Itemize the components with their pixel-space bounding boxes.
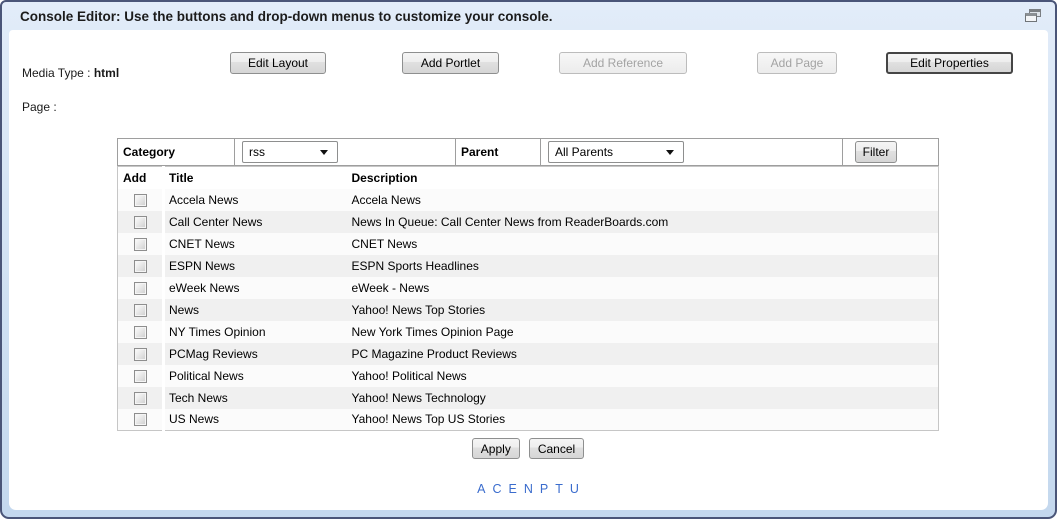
parent-label: Parent [456,139,541,165]
page-label: Page : [22,100,57,114]
category-dropdown-value: rss [249,145,265,159]
window-title: Console Editor: Use the buttons and drop… [20,9,553,24]
add-checkbox[interactable] [134,392,147,405]
add-cell [118,233,164,255]
add-checkbox[interactable] [134,282,147,295]
index-link-a[interactable]: A [477,482,485,496]
stacked-windows-icon-front [1025,13,1037,22]
category-dropdown[interactable]: rss [242,141,338,163]
table-row: PCMag Reviews PC Magazine Product Review… [118,343,939,365]
add-cell [118,321,164,343]
add-cell [118,211,164,233]
console-editor-window: Console Editor: Use the buttons and drop… [0,0,1057,519]
portlet-table: Add Title Description Accela News Accela… [117,166,939,431]
add-checkbox[interactable] [134,238,147,251]
table-row: Call Center News News In Queue: Call Cen… [118,211,939,233]
table-row: ESPN News ESPN Sports Headlines [118,255,939,277]
title-cell: Tech News [164,387,347,409]
parent-dropdown[interactable]: All Parents [548,141,684,163]
title-cell: News [164,299,347,321]
add-checkbox[interactable] [134,260,147,273]
table-row: News Yahoo! News Top Stories [118,299,939,321]
table-row: CNET News CNET News [118,233,939,255]
filter-cell: Filter [843,139,938,165]
title-cell: eWeek News [164,277,347,299]
action-buttons: Apply Cancel [117,438,939,459]
filter-button[interactable]: Filter [855,141,897,163]
add-cell [118,299,164,321]
media-type-caption: Media Type : [22,66,90,80]
add-cell [118,189,164,211]
table-row: US News Yahoo! News Top US Stories [118,409,939,431]
add-page-button[interactable]: Add Page [757,52,837,74]
table-row: NY Times Opinion New York Times Opinion … [118,321,939,343]
column-header-add: Add [118,167,164,189]
add-cell [118,365,164,387]
stacked-windows-icon[interactable] [1025,9,1042,23]
add-checkbox[interactable] [134,326,147,339]
title-cell: NY Times Opinion [164,321,347,343]
alphabet-index: A C E N P T U [117,482,939,496]
cancel-button[interactable]: Cancel [529,438,584,459]
title-cell: CNET News [164,233,347,255]
index-link-c[interactable]: C [492,482,501,496]
description-cell: Yahoo! News Top Stories [347,299,939,321]
description-cell: eWeek - News [347,277,939,299]
description-cell: Yahoo! Political News [347,365,939,387]
add-cell [118,409,164,431]
title-cell: US News [164,409,347,431]
add-checkbox[interactable] [134,348,147,361]
add-checkbox[interactable] [134,304,147,317]
add-checkbox[interactable] [134,194,147,207]
apply-button[interactable]: Apply [472,438,520,459]
media-type-value: html [94,66,119,80]
add-portlet-button[interactable]: Add Portlet [402,52,499,74]
edit-layout-button[interactable]: Edit Layout [230,52,326,74]
filter-bar: Category rss Parent All Parents Filter [117,138,939,166]
add-checkbox[interactable] [134,413,147,426]
table-row: Accela News Accela News [118,189,939,211]
parent-dropdown-value: All Parents [555,145,613,159]
title-cell: PCMag Reviews [164,343,347,365]
add-reference-button[interactable]: Add Reference [559,52,687,74]
column-header-title: Title [164,167,347,189]
description-cell: New York Times Opinion Page [347,321,939,343]
category-label: Category [118,139,235,165]
index-link-t[interactable]: T [555,482,563,496]
index-link-n[interactable]: N [524,482,533,496]
title-cell: Accela News [164,189,347,211]
table-row: eWeek News eWeek - News [118,277,939,299]
table-header-row: Add Title Description [118,167,939,189]
index-link-u[interactable]: U [570,482,579,496]
parent-cell: All Parents [541,139,843,165]
chevron-down-icon [666,150,674,155]
description-cell: News In Queue: Call Center News from Rea… [347,211,939,233]
category-cell: rss [235,139,456,165]
title-cell: Political News [164,365,347,387]
title-cell: ESPN News [164,255,347,277]
media-type-label: Media Type : html [22,66,119,80]
add-cell [118,343,164,365]
description-cell: PC Magazine Product Reviews [347,343,939,365]
chevron-down-icon [320,150,328,155]
content-panel: Media Type : html Page : Edit Layout Add… [9,30,1048,510]
column-header-description: Description [347,167,939,189]
index-link-e[interactable]: E [508,482,516,496]
titlebar: Console Editor: Use the buttons and drop… [2,2,1055,30]
table-row: Tech News Yahoo! News Technology [118,387,939,409]
add-checkbox[interactable] [134,370,147,383]
table-row: Political News Yahoo! Political News [118,365,939,387]
description-cell: Yahoo! News Technology [347,387,939,409]
index-link-p[interactable]: P [540,482,548,496]
description-cell: ESPN Sports Headlines [347,255,939,277]
edit-properties-button[interactable]: Edit Properties [886,52,1013,74]
add-checkbox[interactable] [134,216,147,229]
title-cell: Call Center News [164,211,347,233]
add-cell [118,387,164,409]
description-cell: Yahoo! News Top US Stories [347,409,939,431]
description-cell: CNET News [347,233,939,255]
description-cell: Accela News [347,189,939,211]
add-cell [118,255,164,277]
add-cell [118,277,164,299]
